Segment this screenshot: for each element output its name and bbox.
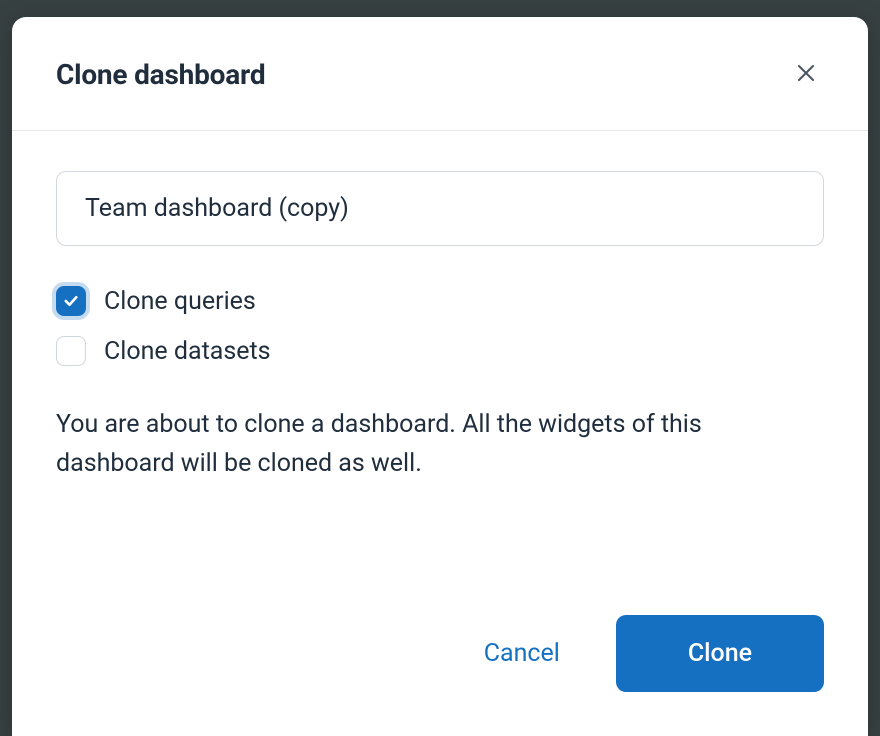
modal-footer: Cancel Clone [12,591,868,736]
clone-button[interactable]: Clone [616,615,824,692]
modal-title: Clone dashboard [56,58,265,91]
clone-queries-checkbox[interactable] [56,286,86,316]
clone-datasets-checkbox-row[interactable]: Clone datasets [56,336,824,366]
close-button[interactable] [788,55,824,94]
modal-header: Clone dashboard [12,17,868,131]
close-icon [794,61,818,88]
dashboard-name-input[interactable] [56,171,824,246]
modal-description: You are about to clone a dashboard. All … [56,406,824,484]
clone-datasets-checkbox[interactable] [56,336,86,366]
clone-dashboard-modal: Clone dashboard Clone queries [12,17,868,736]
clone-datasets-label: Clone datasets [104,337,271,366]
clone-queries-label: Clone queries [104,287,256,316]
check-icon [62,292,80,310]
checkbox-group: Clone queries Clone datasets [56,286,824,366]
modal-body: Clone queries Clone datasets You are abo… [12,131,868,591]
cancel-button[interactable]: Cancel [476,627,568,680]
clone-queries-checkbox-row[interactable]: Clone queries [56,286,824,316]
